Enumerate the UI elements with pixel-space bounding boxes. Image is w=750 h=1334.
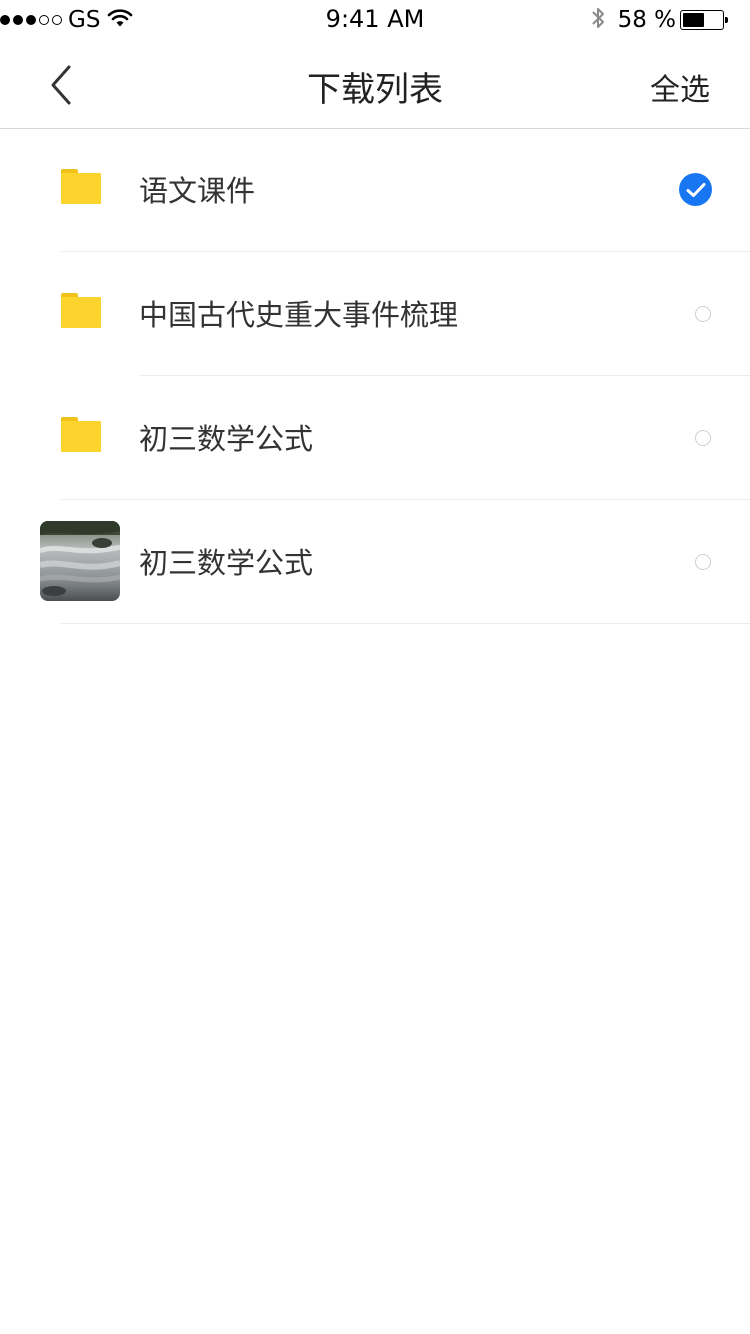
download-list: 语文课件 中国古代史重大事件梳理 初三数学公式 初三数学公式 [0,128,750,624]
select-all-button[interactable]: 全选 [650,65,710,109]
battery-icon [680,10,728,30]
image-thumbnail [40,521,120,601]
divider [61,623,750,624]
list-item[interactable]: 初三数学公式 [0,500,750,624]
status-right: 58 % [590,5,728,35]
item-label: 中国古代史重大事件梳理 [139,298,459,332]
battery-percentage: 58 % [617,7,676,33]
status-bar: GS 9:41 AM 58 % [0,0,750,40]
folder-icon [61,417,101,452]
unselected-radio-icon[interactable] [695,306,711,322]
unselected-radio-icon[interactable] [695,430,711,446]
folder-icon [61,169,101,204]
item-label: 初三数学公式 [139,546,314,580]
list-item[interactable]: 初三数学公式 [0,376,750,500]
bluetooth-icon [590,5,606,35]
item-label: 语文课件 [139,174,256,208]
item-label: 初三数学公式 [139,422,314,456]
unselected-radio-icon[interactable] [695,554,711,570]
page-title: 下载列表 [307,70,443,110]
folder-icon [61,293,101,328]
list-item[interactable]: 语文课件 [0,128,750,252]
navigation-bar: 下载列表 全选 [0,40,750,129]
list-item[interactable]: 中国古代史重大事件梳理 [0,252,750,376]
battery-level [683,13,704,27]
selected-check-icon[interactable] [679,173,712,206]
